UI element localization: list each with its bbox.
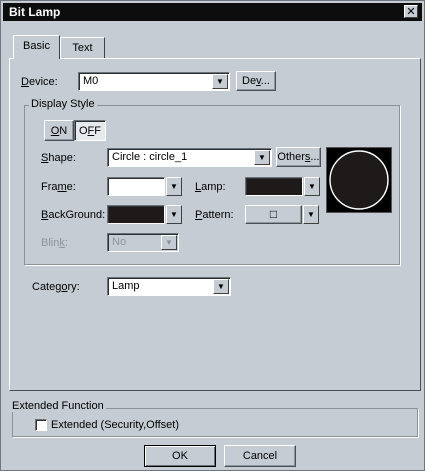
- tab-basic[interactable]: Basic: [13, 35, 60, 59]
- title-bar[interactable]: Bit Lamp ✕: [3, 3, 422, 21]
- blink-label: Blink:: [41, 237, 68, 249]
- extended-checkbox-label[interactable]: Extended (Security,Offset): [51, 419, 179, 431]
- off-button[interactable]: OFF: [74, 120, 106, 141]
- background-label: BackGround:: [41, 209, 106, 221]
- pattern-select[interactable]: □: [245, 205, 302, 224]
- close-icon[interactable]: ✕: [404, 5, 418, 18]
- lamp-circle-icon: [329, 150, 389, 210]
- cancel-button[interactable]: Cancel: [224, 445, 296, 467]
- chevron-down-icon[interactable]: ▼: [304, 177, 320, 196]
- background-color-swatch[interactable]: [107, 205, 165, 224]
- chevron-down-icon[interactable]: ▼: [212, 74, 228, 89]
- frame-label: Frame:: [41, 181, 76, 193]
- device-browse-button[interactable]: Dev...: [236, 71, 276, 91]
- chevron-down-icon[interactable]: ▼: [254, 150, 270, 165]
- chevron-down-icon[interactable]: ▼: [166, 177, 182, 196]
- chevron-down-icon[interactable]: ▼: [303, 205, 319, 224]
- display-style-title: Display Style: [29, 98, 97, 110]
- category-label: Category:: [32, 281, 80, 293]
- lamp-label: Lamp:: [195, 181, 226, 193]
- tab-text[interactable]: Text: [60, 37, 105, 58]
- on-button[interactable]: ON: [44, 120, 74, 141]
- category-value: Lamp: [112, 280, 140, 292]
- device-input[interactable]: M0 ▼: [78, 72, 230, 91]
- device-value: M0: [83, 75, 99, 87]
- shape-select[interactable]: Circle : circle_1 ▼: [107, 148, 272, 167]
- bit-lamp-dialog: Bit Lamp ✕ Basic Text Device: M0 ▼ Dev..…: [0, 0, 425, 471]
- lamp-preview: [326, 147, 392, 213]
- chevron-down-icon[interactable]: ▼: [166, 205, 182, 224]
- chevron-down-icon[interactable]: ▼: [213, 279, 229, 294]
- window-title: Bit Lamp: [9, 5, 61, 19]
- tab-basic-label: Basic: [23, 40, 50, 52]
- shape-label: Shape:: [41, 152, 76, 164]
- others-button[interactable]: Others...: [276, 147, 321, 167]
- blink-value: No: [112, 236, 127, 248]
- extended-checkbox[interactable]: [35, 419, 47, 431]
- lamp-color-swatch[interactable]: [245, 177, 303, 196]
- tab-text-label: Text: [72, 42, 93, 54]
- pattern-label: Pattern:: [195, 209, 234, 221]
- blink-select: No ▼: [107, 233, 179, 252]
- chevron-down-icon: ▼: [161, 235, 177, 250]
- extended-function-title: Extended Function: [10, 400, 106, 412]
- category-select[interactable]: Lamp ▼: [107, 277, 231, 296]
- shape-value: Circle : circle_1: [112, 151, 188, 163]
- device-label: Device:: [21, 76, 58, 88]
- ok-button[interactable]: OK: [144, 445, 216, 467]
- frame-color-swatch[interactable]: [107, 177, 165, 196]
